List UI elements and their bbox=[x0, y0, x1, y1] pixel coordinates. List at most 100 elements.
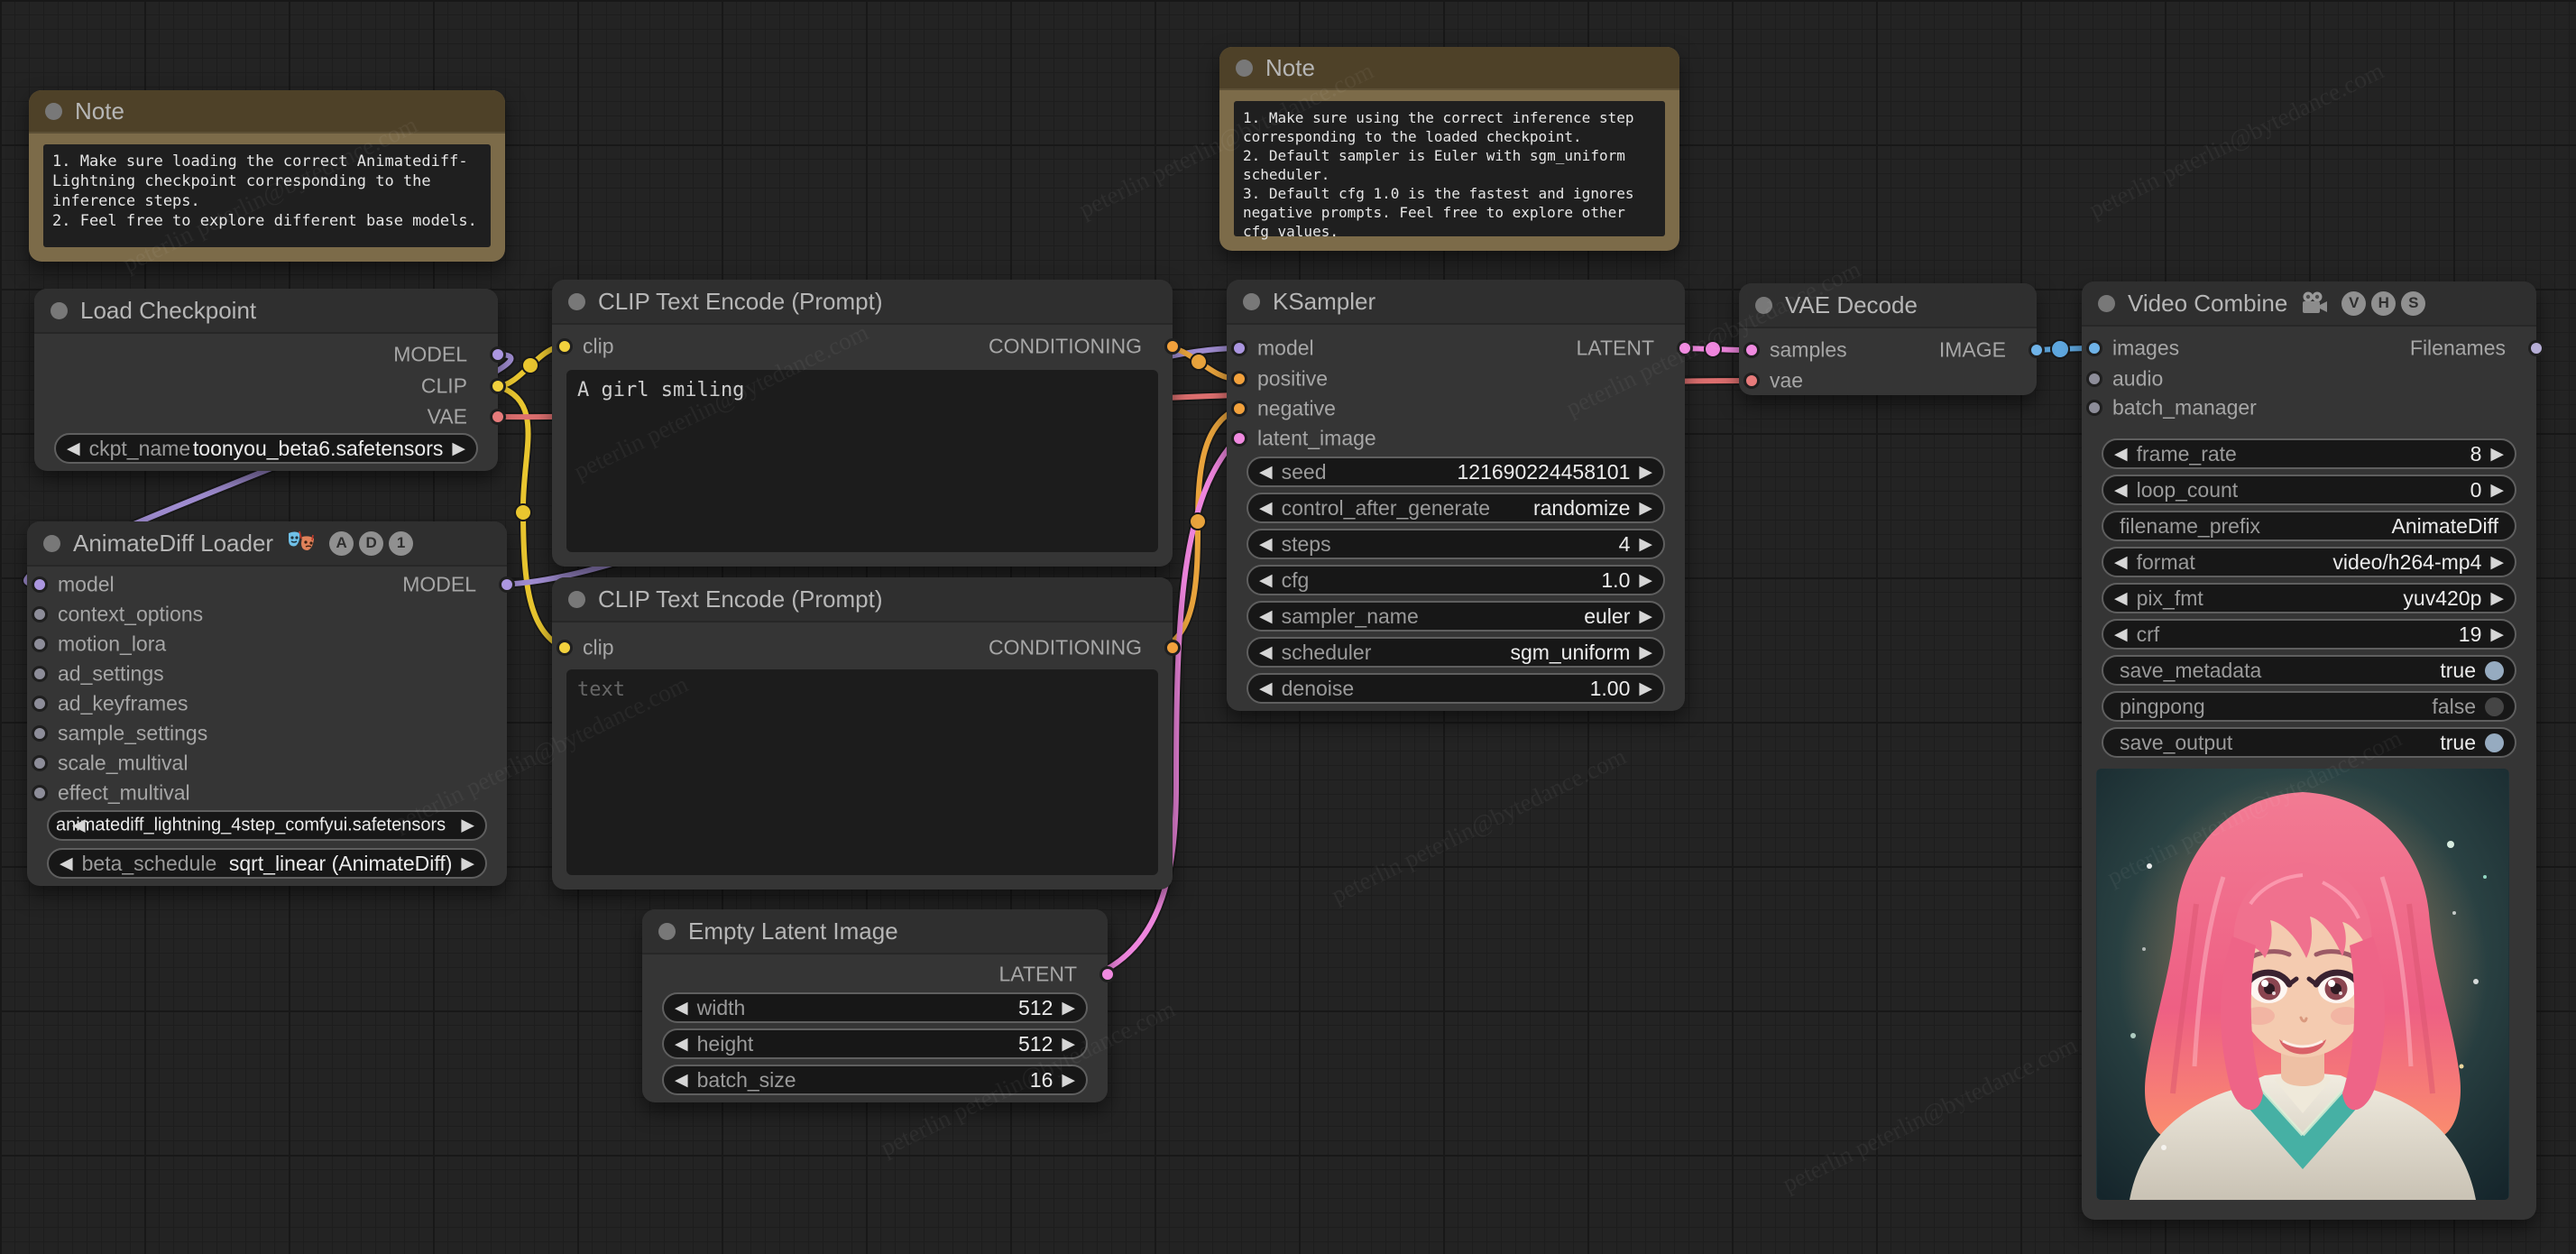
scheduler-widget[interactable]: ◀ scheduler sgm_uniform ▶ bbox=[1247, 637, 1665, 668]
input-port-scale-multival[interactable] bbox=[32, 755, 48, 771]
increment-icon[interactable]: ▶ bbox=[461, 817, 474, 834]
input-port-audio[interactable] bbox=[2086, 371, 2102, 387]
pingpong-toggle[interactable]: pingpong false bbox=[2102, 691, 2516, 722]
input-port-clip[interactable] bbox=[557, 338, 573, 355]
input-port-negative[interactable] bbox=[1231, 401, 1247, 417]
toggle-knob-on[interactable] bbox=[2485, 660, 2504, 680]
collapse-dot[interactable] bbox=[2098, 294, 2115, 312]
seed-widget[interactable]: ◀ seed 121690224458101 ▶ bbox=[1247, 456, 1665, 487]
collapse-dot[interactable] bbox=[43, 534, 60, 552]
decrement-icon[interactable]: ◀ bbox=[1259, 464, 1273, 481]
node-header[interactable]: AnimateDiff Loader A D 1 bbox=[27, 521, 507, 565]
load-checkpoint-node[interactable]: Load Checkpoint MODEL CLIP VAE ◀ ckpt_na… bbox=[34, 289, 506, 471]
toggle-knob-off[interactable] bbox=[2485, 696, 2504, 716]
decrement-icon[interactable]: ◀ bbox=[675, 1036, 688, 1053]
input-port-latent-image[interactable] bbox=[1231, 430, 1247, 447]
format-widget[interactable]: ◀ format video/h264-mp4 ▶ bbox=[2102, 547, 2516, 577]
input-port-clip[interactable] bbox=[557, 640, 573, 656]
input-port-batch-manager[interactable] bbox=[2086, 400, 2102, 416]
input-port-effect-multival[interactable] bbox=[32, 785, 48, 801]
video-combine-node[interactable]: Video Combine V H S images audio batch_m… bbox=[2082, 281, 2544, 1220]
output-port-image[interactable] bbox=[2029, 342, 2045, 358]
decrement-icon[interactable]: ◀ bbox=[1259, 644, 1273, 661]
save-metadata-toggle[interactable]: save_metadata true bbox=[2102, 655, 2516, 686]
input-port-images[interactable] bbox=[2086, 340, 2102, 356]
sampler-name-widget[interactable]: ◀ sampler_name euler ▶ bbox=[1247, 601, 1665, 632]
increment-icon[interactable]: ▶ bbox=[1639, 500, 1652, 517]
toggle-knob-on[interactable] bbox=[2485, 733, 2504, 752]
width-widget[interactable]: ◀ width 512 ▶ bbox=[662, 992, 1088, 1023]
clip-text-encode-negative-node[interactable]: CLIP Text Encode (Prompt) clip CONDITION… bbox=[552, 577, 1181, 890]
node-header[interactable]: VAE Decode bbox=[1739, 283, 2037, 327]
input-port-context-options[interactable] bbox=[32, 606, 48, 622]
control-after-generate-widget[interactable]: ◀ control_after_generate randomize ▶ bbox=[1247, 493, 1665, 523]
node-header[interactable]: KSampler bbox=[1227, 280, 1685, 323]
collapse-dot[interactable] bbox=[51, 301, 68, 319]
collapse-dot[interactable] bbox=[568, 590, 585, 608]
decrement-icon[interactable]: ◀ bbox=[675, 1072, 688, 1089]
increment-icon[interactable]: ▶ bbox=[2490, 590, 2504, 607]
note-header[interactable]: Note bbox=[29, 90, 505, 132]
decrement-icon[interactable]: ◀ bbox=[2114, 590, 2128, 607]
decrement-icon[interactable]: ◀ bbox=[72, 817, 86, 834]
clip-text-encode-positive-node[interactable]: CLIP Text Encode (Prompt) clip CONDITION… bbox=[552, 280, 1181, 567]
decrement-icon[interactable]: ◀ bbox=[1259, 536, 1273, 553]
input-port-model[interactable] bbox=[32, 576, 48, 593]
frame-rate-widget[interactable]: ◀ frame_rate 8 ▶ bbox=[2102, 438, 2516, 469]
ckpt-name-widget[interactable]: ◀ ckpt_name toonyou_beta6.safetensors ▶ bbox=[54, 433, 478, 464]
increment-icon[interactable]: ▶ bbox=[1639, 464, 1652, 481]
decrement-icon[interactable]: ◀ bbox=[1259, 608, 1273, 625]
increment-icon[interactable]: ▶ bbox=[2490, 554, 2504, 571]
node-graph-canvas[interactable]: Note 1. Make sure loading the correct An… bbox=[0, 0, 2576, 1254]
beta-schedule-widget[interactable]: ◀ beta_schedule sqrt_linear (AnimateDiff… bbox=[47, 848, 487, 879]
decrement-icon[interactable]: ◀ bbox=[2114, 482, 2128, 499]
collapse-dot[interactable] bbox=[658, 922, 676, 940]
batch-size-widget[interactable]: ◀ batch_size 16 ▶ bbox=[662, 1065, 1088, 1095]
ksampler-node[interactable]: KSampler model positive negative latent_… bbox=[1227, 280, 1693, 711]
node-header[interactable]: CLIP Text Encode (Prompt) bbox=[552, 280, 1173, 323]
cfg-widget[interactable]: ◀ cfg 1.0 ▶ bbox=[1247, 565, 1665, 595]
decrement-icon[interactable]: ◀ bbox=[1259, 572, 1273, 589]
output-port-latent[interactable] bbox=[1677, 340, 1693, 356]
decrement-icon[interactable]: ◀ bbox=[2114, 554, 2128, 571]
model-name-widget[interactable]: animatediff_lightning_4step_comfyui.safe… bbox=[47, 810, 487, 841]
collapse-dot[interactable] bbox=[568, 292, 585, 310]
input-port-positive[interactable] bbox=[1231, 371, 1247, 387]
increment-icon[interactable]: ▶ bbox=[1639, 572, 1652, 589]
increment-icon[interactable]: ▶ bbox=[1639, 680, 1652, 697]
increment-icon[interactable]: ▶ bbox=[452, 440, 465, 457]
increment-icon[interactable]: ▶ bbox=[1639, 536, 1652, 553]
output-port-clip[interactable] bbox=[490, 378, 506, 394]
node-header[interactable]: CLIP Text Encode (Prompt) bbox=[552, 577, 1173, 621]
note-node-ksampler[interactable]: Note 1. Make sure using the correct infe… bbox=[1219, 47, 1679, 251]
node-header[interactable]: Load Checkpoint bbox=[34, 289, 498, 332]
output-port-latent[interactable] bbox=[1099, 966, 1116, 982]
node-header[interactable]: Video Combine V H S bbox=[2082, 281, 2536, 325]
input-port-samples[interactable] bbox=[1743, 342, 1760, 358]
note-text[interactable]: 1. Make sure using the correct inference… bbox=[1234, 101, 1665, 240]
increment-icon[interactable]: ▶ bbox=[461, 855, 474, 872]
decrement-icon[interactable]: ◀ bbox=[675, 1000, 688, 1017]
filename-prefix-widget[interactable]: filename_prefix AnimateDiff bbox=[2102, 511, 2516, 541]
collapse-dot[interactable] bbox=[45, 102, 62, 120]
decrement-icon[interactable]: ◀ bbox=[1259, 680, 1273, 697]
input-port-vae[interactable] bbox=[1743, 373, 1760, 389]
input-port-model[interactable] bbox=[1231, 340, 1247, 356]
input-port-ad-settings[interactable] bbox=[32, 666, 48, 682]
note-text[interactable]: 1. Make sure loading the correct Animate… bbox=[43, 144, 491, 247]
vae-decode-node[interactable]: VAE Decode samples vae IMAGE bbox=[1739, 283, 2045, 395]
input-port-sample-settings[interactable] bbox=[32, 725, 48, 742]
increment-icon[interactable]: ▶ bbox=[1062, 1036, 1075, 1053]
increment-icon[interactable]: ▶ bbox=[1062, 1000, 1075, 1017]
increment-icon[interactable]: ▶ bbox=[1062, 1072, 1075, 1089]
decrement-icon[interactable]: ◀ bbox=[60, 855, 73, 872]
output-port-filenames[interactable] bbox=[2528, 340, 2544, 356]
crf-widget[interactable]: ◀ crf 19 ▶ bbox=[2102, 619, 2516, 650]
output-port-model[interactable] bbox=[499, 576, 515, 593]
collapse-dot[interactable] bbox=[1236, 59, 1253, 77]
increment-icon[interactable]: ▶ bbox=[2490, 626, 2504, 643]
save-output-toggle[interactable]: save_output true bbox=[2102, 727, 2516, 758]
node-header[interactable]: Empty Latent Image bbox=[642, 909, 1108, 953]
collapse-dot[interactable] bbox=[1755, 296, 1772, 314]
increment-icon[interactable]: ▶ bbox=[2490, 482, 2504, 499]
